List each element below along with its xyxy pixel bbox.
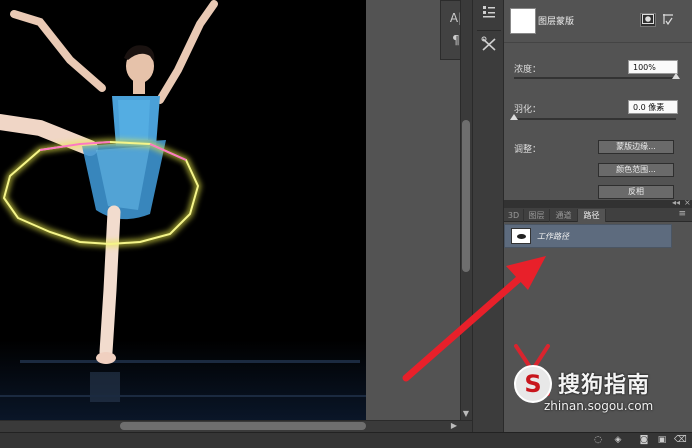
- make-work-path-icon[interactable]: ◈: [612, 434, 624, 446]
- panel-collapse-bar[interactable]: ◂◂ ×: [504, 198, 692, 208]
- density-slider-track[interactable]: [514, 77, 676, 79]
- scroll-right-arrow-icon[interactable]: ▶: [448, 420, 460, 432]
- pasteboard: [366, 0, 460, 420]
- vector-mask-icon[interactable]: [660, 13, 676, 27]
- mask-edge-button[interactable]: 蒙版边缘...: [598, 140, 674, 154]
- tab-3d[interactable]: 3D: [504, 209, 524, 222]
- density-slider-knob[interactable]: [672, 73, 680, 79]
- document-canvas[interactable]: [0, 0, 366, 420]
- path-row-work-path[interactable]: 工作路径: [504, 224, 672, 248]
- ballerina-photo: [0, 0, 366, 420]
- tool-presets-icon[interactable]: [479, 36, 499, 56]
- feather-field[interactable]: 0.0 像素: [628, 100, 678, 114]
- new-path-icon[interactable]: ▣: [656, 434, 668, 446]
- density-label: 浓度：: [514, 65, 542, 75]
- panel-tabs: 3D 图层 通道 路径 ≡: [504, 208, 692, 222]
- properties-title: 图层蒙版: [538, 17, 575, 27]
- tab-paths[interactable]: 路径: [578, 209, 606, 222]
- watermark-name: 搜狗指南: [558, 373, 651, 398]
- scroll-down-arrow-icon[interactable]: ▼: [460, 408, 472, 420]
- vertical-scroll-thumb[interactable]: [462, 120, 470, 272]
- feather-slider-track[interactable]: [514, 118, 676, 120]
- properties-panel: 图层蒙版 浓度： 100% 羽化： 0.0 像素 调整： 蒙版边缘... 颜色范…: [504, 0, 692, 200]
- feather-label: 羽化：: [514, 105, 542, 115]
- path-name: 工作路径: [537, 232, 569, 241]
- horizontal-scroll-thumb[interactable]: [120, 422, 366, 430]
- properties-panel-icon[interactable]: [479, 4, 499, 24]
- layer-mask-thumbnail: [510, 8, 536, 34]
- sogou-watermark: S 搜狗指南 zhinan.sogou.com: [514, 363, 684, 413]
- watermark-url: zhinan.sogou.com: [544, 399, 654, 413]
- sogou-logo-icon: S: [514, 365, 552, 403]
- tab-channels[interactable]: 通道: [550, 209, 578, 222]
- adjust-label: 调整：: [514, 145, 542, 155]
- invert-button[interactable]: 反相: [598, 185, 674, 199]
- add-mask-icon[interactable]: ◙: [638, 434, 650, 446]
- path-thumbnail: [511, 228, 531, 244]
- mask-icon[interactable]: [640, 13, 656, 27]
- load-selection-icon[interactable]: ◌: [592, 434, 604, 446]
- close-panel-icon[interactable]: ×: [684, 198, 691, 207]
- collapse-icon[interactable]: ◂◂: [672, 198, 680, 207]
- paths-footer-toolbar: ◌ ◈ ◙ ▣ ⌫: [504, 432, 692, 448]
- feather-slider-knob[interactable]: [510, 114, 518, 120]
- photoshop-window: A| ¶ ▼ ▶ 图层蒙版 浓度： 100% 羽化： 0.0 像素 调整： 蒙版…: [0, 0, 692, 448]
- trash-icon[interactable]: ⌫: [674, 434, 687, 446]
- panel-menu-icon[interactable]: ≡: [678, 209, 686, 219]
- density-field[interactable]: 100%: [628, 60, 678, 74]
- panel-icon-strip: [472, 0, 504, 432]
- color-range-button[interactable]: 颜色范围...: [598, 163, 674, 177]
- tab-layers[interactable]: 图层: [524, 209, 550, 222]
